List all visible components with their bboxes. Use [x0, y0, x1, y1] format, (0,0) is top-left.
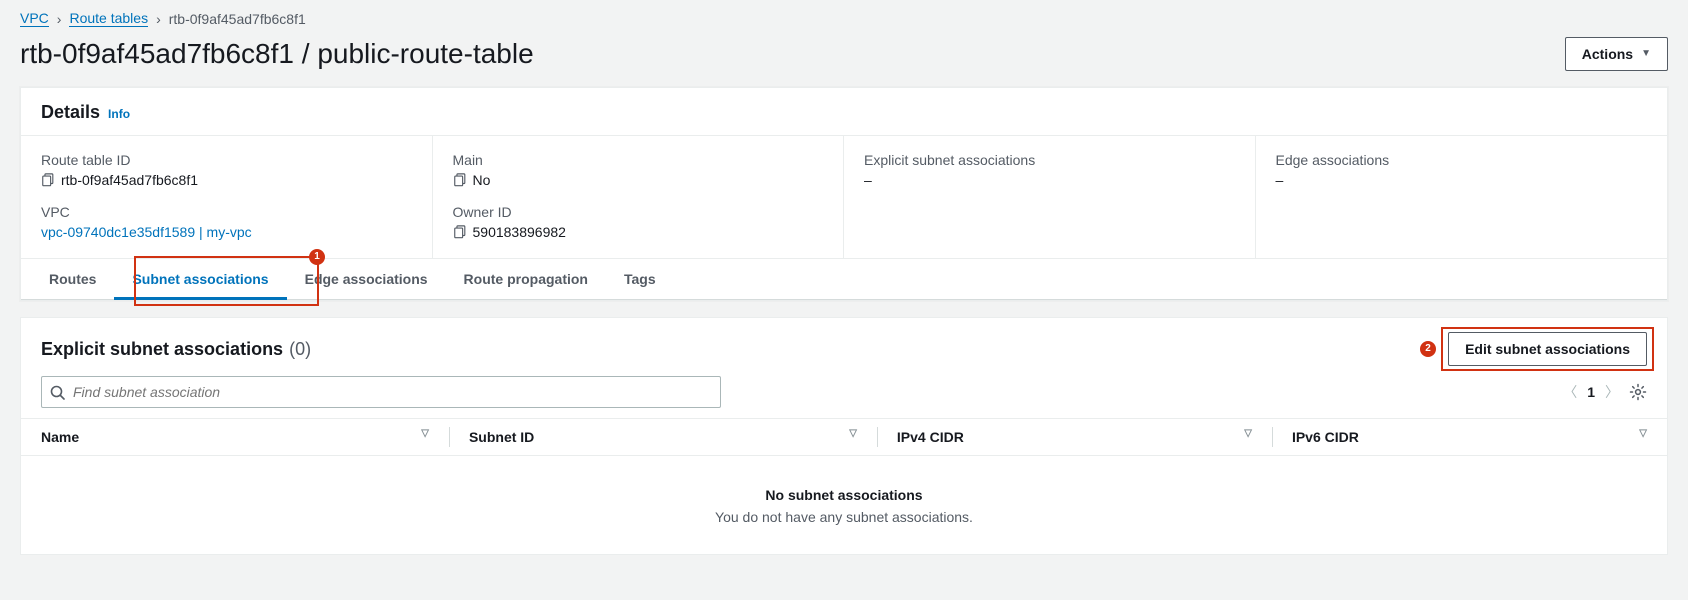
label-owner-id: Owner ID: [453, 204, 824, 220]
table-header-row: Name ▽ Subnet ID ▽ IPv4 CIDR ▽ IPv6 CIDR…: [21, 419, 1667, 456]
tab-edge-associations[interactable]: Edge associations: [287, 259, 446, 299]
label-explicit-assoc: Explicit subnet associations: [864, 152, 1235, 168]
actions-button[interactable]: Actions ▼: [1565, 37, 1668, 71]
search-icon: [50, 385, 65, 400]
breadcrumb-vpc[interactable]: VPC: [20, 10, 49, 27]
assoc-actions: 2 Edit subnet associations: [1420, 332, 1647, 366]
table-empty-row: No subnet associations You do not have a…: [21, 456, 1667, 555]
vpc-link[interactable]: vpc-09740dc1e35df1589 | my-vpc: [41, 224, 252, 240]
pager-next[interactable]: 〉: [1605, 382, 1619, 402]
col-subnet-id[interactable]: Subnet ID ▽: [449, 419, 877, 456]
assoc-toolbar: 〈 1 〉: [21, 376, 1667, 418]
sort-icon: ▽: [1244, 429, 1252, 439]
empty-subtitle: You do not have any subnet associations.: [22, 509, 1666, 525]
kv-edge-assoc: Edge associations –: [1276, 152, 1648, 188]
copy-icon[interactable]: [41, 173, 55, 187]
kv-explicit-assoc: Explicit subnet associations –: [864, 152, 1235, 188]
main-text: No: [473, 172, 491, 188]
label-vpc: VPC: [41, 204, 412, 220]
tab-routes[interactable]: Routes: [31, 259, 114, 299]
details-col-1: Route table ID rtb-0f9af45ad7fb6c8f1 VPC…: [21, 136, 433, 258]
col-ipv6-cidr[interactable]: IPv6 CIDR ▽: [1272, 419, 1667, 456]
route-table-id-text: rtb-0f9af45ad7fb6c8f1: [61, 172, 198, 188]
info-link[interactable]: Info: [108, 107, 130, 121]
annotation-badge-2: 2: [1420, 341, 1436, 357]
copy-icon[interactable]: [453, 173, 467, 187]
sort-icon: ▽: [421, 429, 429, 439]
assoc-title: Explicit subnet associations (0): [41, 339, 311, 360]
actions-button-label: Actions: [1582, 44, 1633, 64]
kv-route-table-id: Route table ID rtb-0f9af45ad7fb6c8f1: [41, 152, 412, 188]
value-vpc: vpc-09740dc1e35df1589 | my-vpc: [41, 224, 412, 240]
page-title: rtb-0f9af45ad7fb6c8f1 / public-route-tab…: [20, 38, 534, 70]
table-head: Name ▽ Subnet ID ▽ IPv4 CIDR ▽ IPv6 CIDR…: [21, 419, 1667, 456]
details-col-4: Edge associations –: [1256, 136, 1668, 258]
kv-main: Main No: [453, 152, 824, 188]
details-title: Details: [41, 102, 100, 123]
copy-icon[interactable]: [453, 225, 467, 239]
label-route-table-id: Route table ID: [41, 152, 412, 168]
sort-icon: ▽: [1639, 429, 1647, 439]
col-name-label: Name: [41, 429, 79, 445]
kv-owner-id: Owner ID 590183896982: [453, 204, 824, 240]
kv-vpc: VPC vpc-09740dc1e35df1589 | my-vpc: [41, 204, 412, 240]
details-header: Details Info: [21, 88, 1667, 136]
pager-prev[interactable]: 〈: [1563, 382, 1577, 402]
tab-tags[interactable]: Tags: [606, 259, 674, 299]
col-name[interactable]: Name ▽: [21, 419, 449, 456]
assoc-header: Explicit subnet associations (0) 2 Edit …: [21, 318, 1667, 376]
empty-title: No subnet associations: [22, 487, 1666, 503]
gear-icon[interactable]: [1629, 383, 1647, 401]
breadcrumb-current: rtb-0f9af45ad7fb6c8f1: [169, 11, 306, 27]
label-main: Main: [453, 152, 824, 168]
edit-subnet-associations-button[interactable]: Edit subnet associations: [1448, 332, 1647, 366]
chevron-right-icon: ›: [57, 11, 62, 27]
pager: 〈 1 〉: [1563, 382, 1647, 402]
table-body: No subnet associations You do not have a…: [21, 456, 1667, 555]
label-edge-assoc: Edge associations: [1276, 152, 1648, 168]
value-owner-id: 590183896982: [453, 224, 824, 240]
tabs: Routes Subnet associations Edge associat…: [21, 259, 1667, 300]
tab-subnet-associations[interactable]: Subnet associations: [114, 259, 286, 299]
col-ipv4-cidr[interactable]: IPv4 CIDR ▽: [877, 419, 1272, 456]
assoc-count: (0): [289, 339, 311, 360]
value-main: No: [453, 172, 824, 188]
table-empty-cell: No subnet associations You do not have a…: [21, 456, 1667, 555]
details-grid: Route table ID rtb-0f9af45ad7fb6c8f1 VPC…: [21, 136, 1667, 259]
annotation-badge-1: 1: [309, 249, 325, 265]
page-header: rtb-0f9af45ad7fb6c8f1 / public-route-tab…: [0, 27, 1688, 87]
details-panel: Details Info Route table ID rtb-0f9af45a…: [20, 87, 1668, 301]
details-col-2: Main No Owner ID 590183896982: [433, 136, 845, 258]
col-subnet-id-label: Subnet ID: [469, 429, 534, 445]
pager-current: 1: [1587, 384, 1595, 400]
col-ipv4-cidr-label: IPv4 CIDR: [897, 429, 964, 445]
search-input-wrap: [41, 376, 721, 408]
breadcrumb-route-tables[interactable]: Route tables: [69, 10, 148, 27]
assoc-title-text: Explicit subnet associations: [41, 339, 283, 360]
assoc-table: Name ▽ Subnet ID ▽ IPv4 CIDR ▽ IPv6 CIDR…: [21, 418, 1667, 554]
col-ipv6-cidr-label: IPv6 CIDR: [1292, 429, 1359, 445]
breadcrumb: VPC › Route tables › rtb-0f9af45ad7fb6c8…: [0, 0, 1688, 27]
owner-id-text: 590183896982: [473, 224, 566, 240]
caret-down-icon: ▼: [1641, 44, 1651, 64]
empty-state: No subnet associations You do not have a…: [22, 457, 1666, 553]
search-input[interactable]: [71, 383, 712, 401]
sort-icon: ▽: [849, 429, 857, 439]
chevron-right-icon: ›: [156, 11, 161, 27]
edit-button-wrap: Edit subnet associations: [1448, 332, 1647, 366]
tab-route-propagation[interactable]: Route propagation: [446, 259, 606, 299]
details-col-3: Explicit subnet associations –: [844, 136, 1256, 258]
value-edge-assoc: –: [1276, 172, 1648, 188]
subnet-associations-panel: Explicit subnet associations (0) 2 Edit …: [20, 317, 1668, 555]
value-route-table-id: rtb-0f9af45ad7fb6c8f1: [41, 172, 412, 188]
value-explicit-assoc: –: [864, 172, 1235, 188]
